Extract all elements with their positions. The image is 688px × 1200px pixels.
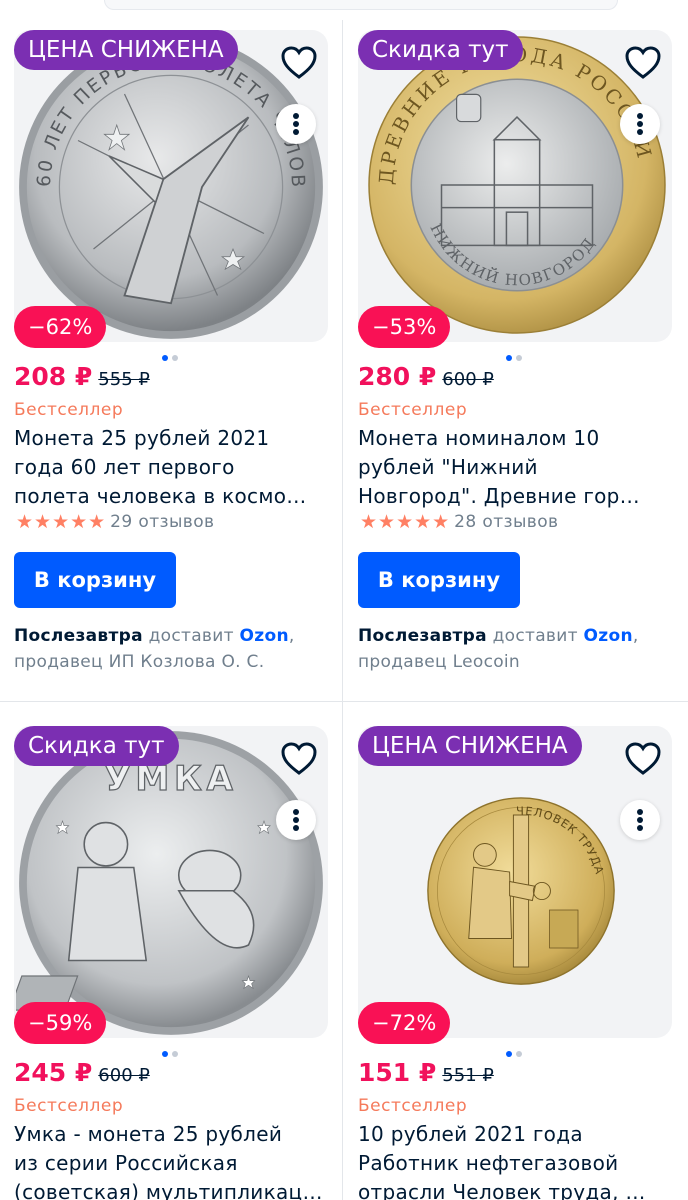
delivery-brand: Ozon — [583, 626, 633, 646]
current-price: 280 ₽ — [358, 362, 437, 391]
price-row: 208 ₽555 ₽ — [14, 362, 150, 398]
rating[interactable]: ★★★★★ 28 отзывов — [360, 511, 558, 535]
review-count: 29 отзывов — [110, 512, 215, 532]
promo-badge: Скидка тут — [358, 30, 523, 70]
bestseller-label: Бестселлер — [358, 1096, 468, 1116]
price-row: 245 ₽600 ₽ — [14, 1058, 150, 1094]
title-line: (советская) мультипликац… — [14, 1180, 323, 1200]
image-carousel-dots — [506, 354, 526, 362]
column-divider — [342, 20, 343, 1200]
rating[interactable]: ★★★★★ 29 отзывов — [16, 511, 214, 535]
old-price: 551 ₽ — [442, 1065, 494, 1086]
title-line: отрасли Человек труда, … — [358, 1180, 646, 1200]
title-line: Монета 25 рублей 2021 — [14, 426, 270, 450]
title-line: Умка - монета 25 рублей — [14, 1122, 283, 1146]
current-price: 151 ₽ — [358, 1058, 437, 1087]
row-divider — [0, 701, 688, 702]
promo-badge: ЦЕНА СНИЖЕНА — [358, 726, 582, 766]
delivery-date: Послезавтра — [14, 626, 143, 646]
product-title[interactable]: Умка - монета 25 рублей из серии Российс… — [14, 1120, 324, 1200]
delivery-info: Послезавтра доставит Ozon, продавец Leoc… — [358, 623, 678, 675]
image-carousel-dots — [162, 1050, 182, 1058]
image-carousel-dots — [162, 354, 182, 362]
delivery-brand: Ozon — [239, 626, 289, 646]
delivery-date: Послезавтра — [358, 626, 487, 646]
discount-badge: −53% — [358, 306, 451, 348]
discount-badge: −62% — [14, 306, 107, 348]
old-price: 555 ₽ — [98, 369, 150, 390]
title-line: полета человека в космо… — [14, 484, 307, 508]
more-vertical-icon[interactable] — [620, 800, 660, 840]
image-carousel-dots — [506, 1050, 526, 1058]
title-line: Работник нефтегазовой — [358, 1151, 619, 1175]
product-title[interactable]: Монета 25 рублей 2021 года 60 лет первог… — [14, 424, 324, 511]
title-line: 10 рублей 2021 года — [358, 1122, 583, 1146]
add-to-cart-button[interactable]: В корзину — [14, 552, 176, 608]
discount-badge: −72% — [358, 1002, 451, 1044]
heart-outline-icon[interactable] — [622, 42, 664, 84]
title-line: из серии Российская — [14, 1151, 238, 1175]
bestseller-label: Бестселлер — [358, 400, 468, 420]
seller-name[interactable]: продавец ИП Козлова О. С. — [14, 649, 334, 675]
more-vertical-icon[interactable] — [276, 104, 316, 144]
more-vertical-icon[interactable] — [276, 800, 316, 840]
product-title[interactable]: 10 рублей 2021 года Работник нефтегазово… — [358, 1120, 668, 1200]
promo-badge: ЦЕНА СНИЖЕНА — [14, 30, 238, 70]
bestseller-label: Бестселлер — [14, 400, 124, 420]
title-line: рублей "Нижний — [358, 455, 538, 479]
promo-badge: Скидка тут — [14, 726, 179, 766]
delivery-verb: доставит — [148, 626, 234, 646]
seller-name[interactable]: продавец Leocoin — [358, 649, 678, 675]
add-to-cart-button[interactable]: В корзину — [358, 552, 520, 608]
delivery-info: Послезавтра доставит Ozon, продавец ИП К… — [14, 623, 334, 675]
old-price: 600 ₽ — [98, 1065, 150, 1086]
delivery-verb: доставит — [492, 626, 578, 646]
heart-outline-icon[interactable] — [622, 738, 664, 780]
more-vertical-icon[interactable] — [620, 104, 660, 144]
price-row: 151 ₽551 ₽ — [358, 1058, 494, 1094]
heart-outline-icon[interactable] — [278, 42, 320, 84]
product-title[interactable]: Монета номиналом 10 рублей "Нижний Новго… — [358, 424, 668, 511]
previous-content-edge — [104, 0, 618, 10]
title-line: года 60 лет первого — [14, 455, 235, 479]
heart-outline-icon[interactable] — [278, 738, 320, 780]
bestseller-label: Бестселлер — [14, 1096, 124, 1116]
star-icon: ★★★★★ — [16, 511, 107, 533]
discount-badge: −59% — [14, 1002, 107, 1044]
price-row: 280 ₽600 ₽ — [358, 362, 494, 398]
title-line: Монета номиналом 10 — [358, 426, 600, 450]
coin-image-gold-worker: ЧЕЛОВЕК ТРУДА — [426, 796, 616, 986]
star-icon: ★★★★★ — [360, 511, 451, 533]
title-line: Новгород". Древние гор… — [358, 484, 640, 508]
current-price: 208 ₽ — [14, 362, 93, 391]
old-price: 600 ₽ — [442, 369, 494, 390]
current-price: 245 ₽ — [14, 1058, 93, 1087]
review-count: 28 отзывов — [454, 512, 559, 532]
